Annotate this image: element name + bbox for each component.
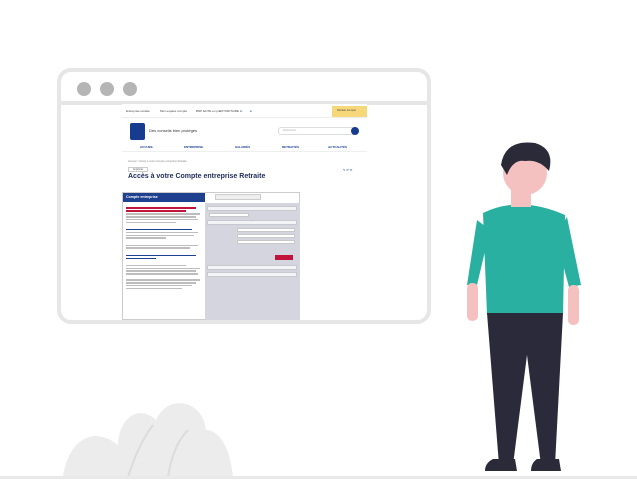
submit-button[interactable] [275,255,293,260]
share-icons[interactable]: ✎ ⟳ ✉ [343,168,352,172]
form-field[interactable] [209,213,249,217]
window-dot-icon [77,82,91,96]
login-panel: Compte entreprise [122,192,300,320]
forgot-password-row[interactable] [207,265,297,270]
login-form [205,203,300,320]
search-input[interactable]: Rechercher [278,127,358,135]
nav-item[interactable]: ENTREPRISE [184,145,203,149]
site-main-nav: ACCUEIL ENTREPRISE SALARIÉS RETRAITÉS AC… [122,142,367,152]
plant-illustration [63,403,233,478]
linkedin-icon[interactable]: in [240,109,242,113]
top-nav-link[interactable]: AUTORITAIRE [219,109,239,113]
top-nav-link[interactable]: BNP ELITE en pro [196,109,221,113]
retraite-compte-button[interactable]: Retraite Compte [332,106,367,117]
nav-item[interactable]: SALARIÉS [235,145,250,149]
top-nav-link[interactable]: Entreprise retraite [126,109,150,113]
code-input[interactable] [237,240,295,244]
site-logo[interactable] [130,123,145,140]
search-icon[interactable]: ● [250,109,252,113]
panel-tab[interactable] [215,194,261,200]
identifier-input[interactable] [237,228,295,232]
website-screenshot: Entreprise retraite Mon espace compte BN… [122,104,367,320]
nav-item[interactable]: ACCUEIL [140,145,153,149]
print-button[interactable]: Imprimer [128,167,148,172]
nav-item[interactable]: RETRAITÉS [282,145,299,149]
search-button[interactable] [351,127,359,135]
nav-item[interactable]: ACTUALITÉS [328,145,347,149]
window-dot-icon [100,82,114,96]
person-illustration [467,142,581,471]
window-dot-icon [123,82,137,96]
top-nav-link[interactable]: Mon espace compte [160,109,187,113]
panel-title-bar: Compte entreprise [123,193,205,202]
page-title: Accès à votre Compte entreprise Retraite [128,173,266,180]
section-header-row [207,220,297,225]
breadcrumb[interactable]: Accueil > Accès à votre Compte entrepris… [128,160,187,164]
first-connection-row[interactable] [207,272,297,277]
browser-titlebar [61,72,427,105]
password-input[interactable] [237,234,295,238]
site-tagline: Des conseils bien protégés [149,128,198,133]
site-top-nav: Entreprise retraite Mon espace compte BN… [122,104,367,118]
panel-instructions [126,206,202,291]
account-type-row[interactable] [207,206,297,211]
